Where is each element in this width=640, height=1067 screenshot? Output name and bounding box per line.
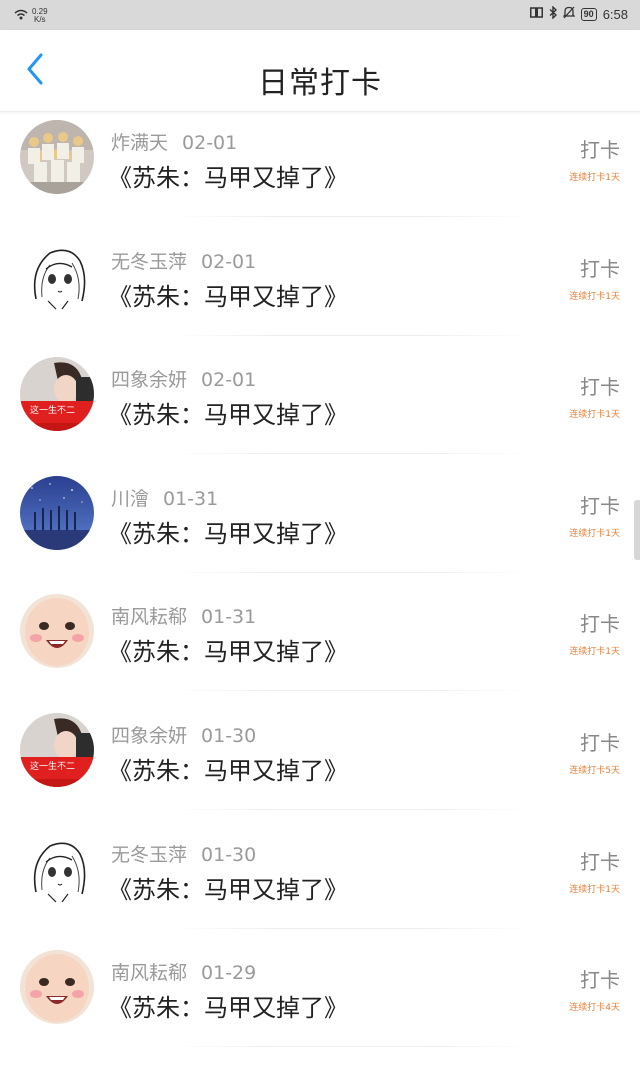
- divider: [170, 690, 530, 692]
- book-title[interactable]: 《苏朱：马甲又掉了》: [108, 751, 348, 786]
- streak-label: 连续打卡1天: [569, 884, 620, 895]
- avatar[interactable]: [20, 120, 94, 194]
- checkin-date: 01-30: [201, 724, 257, 747]
- streak-label: 连续打卡1天: [569, 647, 620, 658]
- user-name[interactable]: 四象余妍: [111, 725, 187, 747]
- checkin-meta: 无冬玉萍 01-30: [111, 840, 256, 867]
- book-title[interactable]: 《苏朱：马甲又掉了》: [108, 514, 348, 549]
- checkin-meta: 南风耘郗 01-29: [111, 958, 256, 985]
- user-name[interactable]: 炸满天: [111, 132, 168, 154]
- divider: [170, 1046, 530, 1048]
- network-speed: 0.29 K/s: [32, 8, 48, 24]
- checkin-item[interactable]: 南风耘郗 01-29 《苏朱：马甲又掉了》 打卡 连续打卡4天: [0, 942, 640, 1061]
- user-name[interactable]: 无冬玉萍: [111, 251, 187, 273]
- checkin-button[interactable]: 打卡: [580, 608, 620, 637]
- checkin-item[interactable]: 南风耘郗 01-31 《苏朱：马甲又掉了》 打卡 连续打卡1天: [0, 586, 640, 705]
- book-title[interactable]: 《苏朱：马甲又掉了》: [108, 277, 348, 312]
- status-left: 0.29 K/s: [14, 7, 48, 25]
- checkin-item[interactable]: 这一生不二 四象余妍 01-30 《苏朱：马甲又掉了》 打卡 连续打卡5天: [0, 705, 640, 824]
- checkin-item[interactable]: 炸满天 02-01 《苏朱：马甲又掉了》 打卡 连续打卡1天: [0, 112, 640, 231]
- divider: [170, 808, 530, 810]
- streak-label: 连续打卡1天: [569, 291, 620, 302]
- checkin-date: 02-01: [182, 132, 238, 154]
- user-name[interactable]: 南风耘郗: [111, 606, 187, 628]
- streak-label: 连续打卡1天: [569, 528, 620, 539]
- svg-text:这一生不二: 这一生不二: [30, 760, 75, 772]
- streak-label: 连续打卡1天: [569, 410, 620, 421]
- checkin-date: 01-31: [163, 487, 219, 510]
- checkin-button[interactable]: 打卡: [580, 490, 620, 519]
- avatar[interactable]: 这一生不二: [20, 712, 94, 787]
- avatar[interactable]: [20, 238, 94, 313]
- user-name[interactable]: 四象余妍: [111, 369, 187, 391]
- checkin-item[interactable]: 这一生不二 四象余妍 02-01 《苏朱：马甲又掉了》 打卡 连续打卡1天: [0, 349, 640, 468]
- book-title[interactable]: 《苏朱：马甲又掉了》: [108, 632, 348, 667]
- streak-label: 连续打卡4天: [569, 1003, 620, 1014]
- avatar[interactable]: [20, 594, 94, 669]
- network-speed-unit: K/s: [34, 15, 46, 24]
- divider: [170, 571, 530, 573]
- streak-label: 连续打卡5天: [569, 765, 620, 776]
- bluetooth-icon: [549, 5, 557, 22]
- checkin-date: 01-30: [201, 843, 257, 866]
- checkin-meta: 无冬玉萍 02-01: [111, 247, 256, 274]
- checkin-meta: 四象余妍 01-30: [111, 721, 256, 748]
- book-title[interactable]: 《苏朱：马甲又掉了》: [108, 870, 348, 905]
- mute-bell-icon: [562, 6, 576, 22]
- status-bar: 0.29 K/s 90 6:58: [0, 0, 640, 30]
- checkin-button[interactable]: 打卡: [580, 371, 620, 400]
- divider: [170, 453, 530, 455]
- app-header: 日常打卡: [0, 30, 640, 112]
- checkin-meta: 炸满天 02-01: [111, 128, 237, 155]
- divider: [170, 216, 530, 217]
- divider: [170, 334, 530, 336]
- checkin-button[interactable]: 打卡: [580, 964, 620, 993]
- book-title[interactable]: 《苏朱：马甲又掉了》: [108, 158, 348, 193]
- avatar[interactable]: [20, 831, 94, 906]
- avatar[interactable]: [20, 950, 94, 1025]
- divider: [170, 927, 530, 929]
- clock: 6:58: [602, 6, 628, 22]
- checkin-button[interactable]: 打卡: [580, 134, 620, 163]
- checkin-meta: 南风耘郗 01-31: [111, 602, 256, 629]
- checkin-button[interactable]: 打卡: [580, 253, 620, 282]
- battery-indicator: 90: [580, 7, 597, 21]
- checkin-date: 01-31: [201, 606, 257, 629]
- checkin-item[interactable]: 川澮 01-31 《苏朱：马甲又掉了》 打卡 连续打卡1天: [0, 468, 640, 587]
- user-name[interactable]: 无冬玉萍: [111, 844, 187, 866]
- checkin-date: 02-01: [201, 369, 257, 392]
- user-name[interactable]: 川澮: [111, 488, 149, 510]
- avatar[interactable]: [20, 475, 94, 550]
- edge-scroll-handle[interactable]: [634, 500, 640, 560]
- checkin-meta: 川澮 01-31: [111, 484, 218, 511]
- book-title[interactable]: 《苏朱：马甲又掉了》: [108, 395, 348, 430]
- svg-text:这一生不二: 这一生不二: [30, 404, 75, 416]
- checkin-button[interactable]: 打卡: [580, 727, 620, 756]
- status-right: 90 6:58: [529, 5, 628, 22]
- checkin-list: 炸满天 02-01 《苏朱：马甲又掉了》 打卡 连续打卡1天 无冬玉萍 02-01 …: [0, 112, 640, 1061]
- streak-label: 连续打卡1天: [569, 173, 620, 183]
- checkin-button[interactable]: 打卡: [580, 846, 620, 875]
- user-name[interactable]: 南风耘郗: [111, 962, 187, 984]
- checkin-item[interactable]: 无冬玉萍 02-01 《苏朱：马甲又掉了》 打卡 连续打卡1天: [0, 231, 640, 350]
- book-title[interactable]: 《苏朱：马甲又掉了》: [108, 988, 348, 1023]
- wifi-icon: [14, 7, 28, 25]
- checkin-date: 01-29: [201, 962, 257, 985]
- book-icon: [529, 7, 543, 21]
- page-title: 日常打卡: [258, 66, 382, 101]
- checkin-item[interactable]: 无冬玉萍 01-30 《苏朱：马甲又掉了》 打卡 连续打卡1天: [0, 824, 640, 943]
- checkin-meta: 四象余妍 02-01: [111, 365, 256, 392]
- avatar[interactable]: 这一生不二: [20, 357, 94, 432]
- checkin-date: 02-01: [201, 250, 257, 273]
